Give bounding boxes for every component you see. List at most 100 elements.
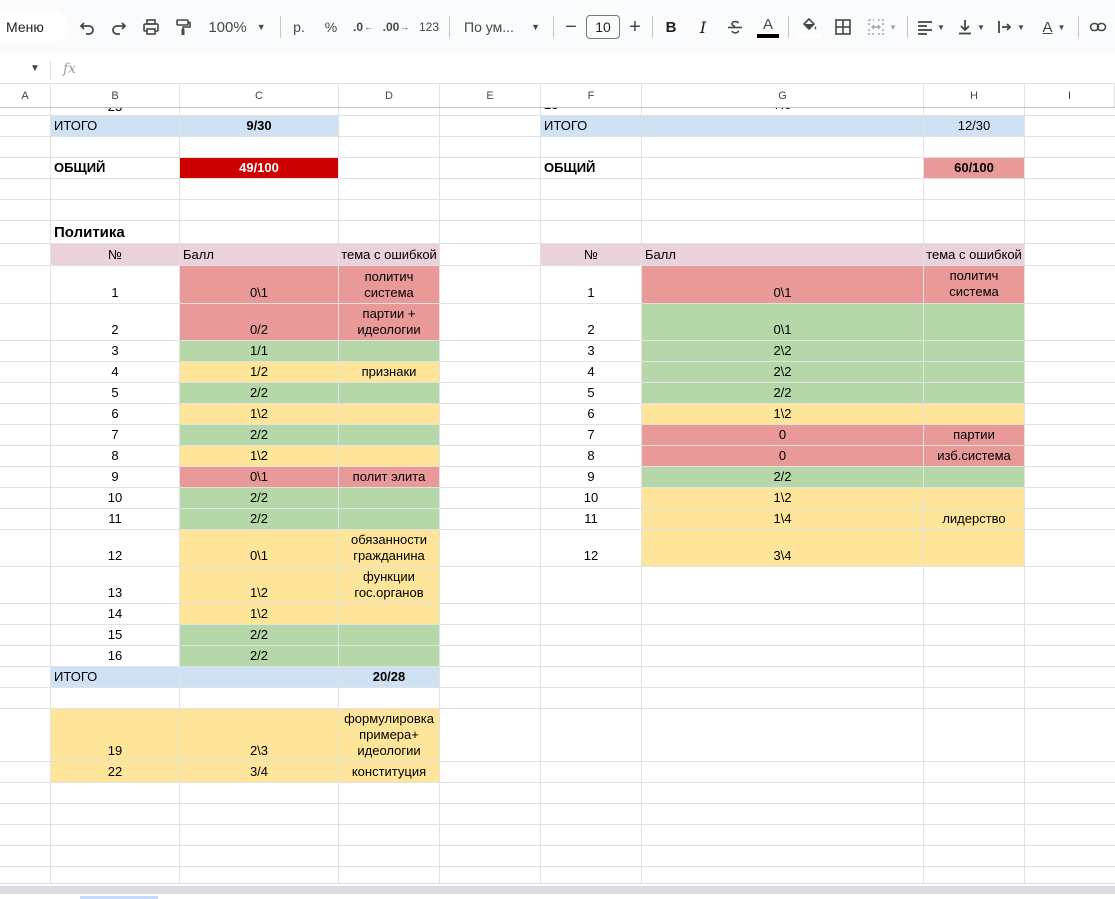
left-row-score[interactable]: 1\2 (180, 446, 338, 466)
extra-row-number[interactable]: 22 (51, 762, 179, 782)
right-row-number[interactable]: 9 (541, 467, 641, 487)
left-row-score[interactable]: 2/2 (180, 488, 338, 508)
print-icon[interactable] (138, 10, 164, 44)
italic-button[interactable]: I (690, 10, 716, 44)
redo-icon[interactable] (106, 10, 132, 44)
right-row-score[interactable]: 0\1 (642, 266, 923, 303)
increase-decimal-button[interactable]: .00 → (381, 10, 411, 44)
sum-value-left[interactable]: 20/28 (339, 667, 439, 687)
left-row-score[interactable]: 0/2 (180, 304, 338, 340)
right-row-topic[interactable]: партии (924, 425, 1024, 445)
left-row-topic[interactable]: политич система (339, 266, 439, 303)
sheet-grid[interactable]: 23237.0ИТОГО9/30ИТОГО12/30ОБЩИЙ49/100ОБЩ… (0, 108, 1115, 883)
right-row-topic[interactable] (924, 383, 1024, 403)
font-size-decrease-button[interactable]: − (560, 10, 582, 44)
right-row-topic[interactable] (924, 488, 1024, 508)
right-row-score[interactable]: 2\2 (642, 362, 923, 382)
left-row-number[interactable]: 2 (51, 304, 179, 340)
right-row-score[interactable]: 2/2 (642, 383, 923, 403)
zoom-select[interactable]: 100% ▼ (204, 10, 270, 44)
undo-icon[interactable] (74, 10, 100, 44)
left-row-score[interactable]: 2/2 (180, 509, 338, 529)
left-row-number[interactable]: 12 (51, 530, 179, 566)
column-header-g[interactable]: G (642, 84, 924, 107)
right-row-number[interactable]: 5 (541, 383, 641, 403)
name-box-dropdown-icon[interactable]: ▼ (30, 63, 40, 74)
itogo-value-left[interactable]: 9/30 (180, 116, 338, 136)
vertical-align-icon[interactable]: ▼ (953, 10, 989, 44)
merge-cells-icon[interactable]: ▼ (862, 10, 902, 44)
itogo-empty-right[interactable] (642, 116, 923, 136)
paint-format-icon[interactable] (170, 10, 196, 44)
left-row-score[interactable]: 2/2 (180, 425, 338, 445)
column-header-a[interactable]: A (0, 84, 51, 107)
header-topic-left[interactable]: тема с ошибкой (339, 244, 439, 265)
cell-partial-score[interactable]: 7.0 (642, 108, 923, 115)
left-row-topic[interactable]: партии + идеологии (339, 304, 439, 340)
left-row-topic[interactable]: обязанности гражданина (339, 530, 439, 566)
left-row-number[interactable]: 6 (51, 404, 179, 424)
text-rotation-icon[interactable]: A ▼ (1034, 10, 1074, 44)
horizontal-align-icon[interactable]: ▼ (913, 10, 949, 44)
left-row-score[interactable]: 2/2 (180, 625, 338, 645)
percent-format-button[interactable]: % (318, 10, 344, 44)
itogo-label-left[interactable]: ИТОГО (51, 116, 179, 136)
right-row-number[interactable]: 11 (541, 509, 641, 529)
borders-icon[interactable] (830, 10, 856, 44)
menu-button[interactable]: Меню (0, 11, 68, 43)
right-row-score[interactable]: 0 (642, 446, 923, 466)
extra-row-topic[interactable]: формулировка примера+ идеологии (339, 709, 439, 761)
left-row-topic[interactable]: функции гос.органов (339, 567, 439, 603)
extra-row-score[interactable]: 2\3 (180, 709, 338, 761)
right-row-score[interactable]: 2/2 (642, 467, 923, 487)
left-row-score[interactable]: 1\2 (180, 567, 338, 603)
header-topic-right[interactable]: тема с ошибкой (924, 244, 1024, 265)
left-row-number[interactable]: 11 (51, 509, 179, 529)
font-size-increase-button[interactable]: + (624, 10, 646, 44)
text-color-button[interactable]: A (755, 10, 781, 44)
right-row-topic[interactable]: изб.система (924, 446, 1024, 466)
left-row-number[interactable]: 10 (51, 488, 179, 508)
right-row-topic[interactable]: политич система (924, 266, 1024, 303)
left-row-number[interactable]: 4 (51, 362, 179, 382)
right-row-score[interactable]: 0\1 (642, 304, 923, 340)
left-row-topic[interactable] (339, 383, 439, 403)
cell-partial-number[interactable]: 23 (541, 108, 641, 115)
left-row-topic[interactable] (339, 509, 439, 529)
left-row-score[interactable]: 0\1 (180, 266, 338, 303)
right-row-number[interactable]: 10 (541, 488, 641, 508)
scrollbar-track[interactable] (0, 886, 1115, 894)
left-row-number[interactable]: 8 (51, 446, 179, 466)
left-row-number[interactable]: 1 (51, 266, 179, 303)
left-row-score[interactable]: 0\1 (180, 467, 338, 487)
left-row-number[interactable]: 5 (51, 383, 179, 403)
header-num-left[interactable]: № (51, 244, 179, 265)
column-header-b[interactable]: B (51, 84, 180, 107)
left-row-score[interactable]: 0\1 (180, 530, 338, 566)
header-score-right[interactable]: Балл (642, 244, 923, 265)
right-row-number[interactable]: 4 (541, 362, 641, 382)
font-size-input[interactable]: 10 (586, 15, 620, 39)
left-row-number[interactable]: 9 (51, 467, 179, 487)
right-row-topic[interactable]: лидерство (924, 509, 1024, 529)
left-row-topic[interactable] (339, 446, 439, 466)
strikethrough-icon[interactable] (722, 10, 748, 44)
itogo-label-right[interactable]: ИТОГО (541, 116, 641, 136)
left-row-score[interactable]: 2/2 (180, 646, 338, 666)
right-row-topic[interactable] (924, 341, 1024, 361)
font-family-select[interactable]: По ум... ▼ (456, 10, 548, 44)
right-row-score[interactable]: 3\4 (642, 530, 923, 566)
right-row-topic[interactable] (924, 467, 1024, 487)
insert-link-icon[interactable] (1084, 10, 1112, 44)
right-row-number[interactable]: 3 (541, 341, 641, 361)
total-value-right[interactable]: 60/100 (924, 158, 1024, 178)
extra-row-score[interactable]: 3/4 (180, 762, 338, 782)
left-row-topic[interactable] (339, 425, 439, 445)
number-format-button[interactable]: 123 (414, 10, 444, 44)
left-row-topic[interactable] (339, 488, 439, 508)
column-header-h[interactable]: H (924, 84, 1025, 107)
column-header-e[interactable]: E (440, 84, 541, 107)
left-row-number[interactable]: 3 (51, 341, 179, 361)
left-row-score[interactable]: 2/2 (180, 383, 338, 403)
right-row-score[interactable]: 1\2 (642, 488, 923, 508)
